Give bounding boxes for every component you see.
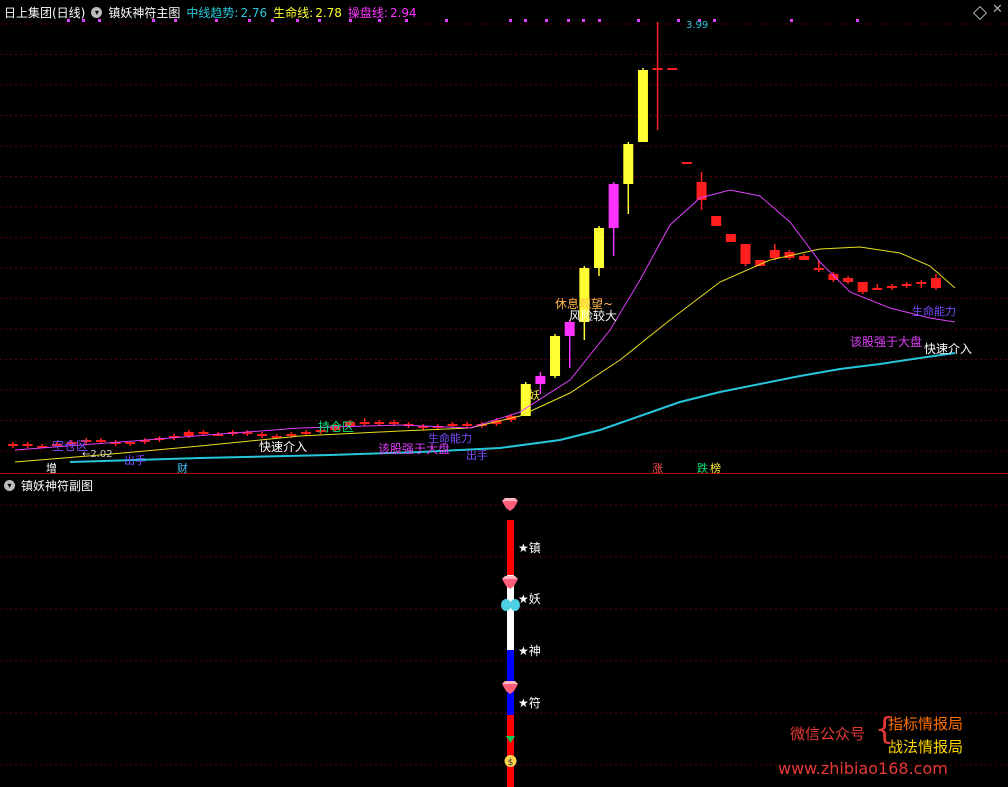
watermark: 微信公众号 { 指标情报局 战法情报局 www.zhibiao168.com (778, 711, 998, 781)
signal-dot (856, 19, 859, 22)
candle-body (374, 422, 385, 424)
signal-dot (215, 19, 218, 22)
gem-icon (502, 576, 518, 589)
candle-body (447, 424, 458, 426)
candle-body (359, 422, 370, 424)
candle-body (930, 278, 941, 288)
signal-dot (318, 19, 321, 22)
annotation-rest: 休息观望~ (555, 297, 614, 311)
annotation-list: 榜 (710, 462, 721, 475)
candle-body (95, 440, 106, 442)
signal-dot (271, 19, 274, 22)
main-chart-panel[interactable]: 日上集团(日线) ▾ 镇妖神符主图 中线趋势: 2.76 生命线: 2.78 操… (0, 0, 1008, 475)
signal-dot (509, 19, 512, 22)
signal-dot (582, 19, 585, 22)
candle-body (711, 216, 722, 226)
annotation-increase: 增 (46, 462, 57, 475)
candle-body (594, 228, 604, 268)
candle-body (813, 268, 824, 270)
annotation-rise: 涨 (652, 462, 663, 475)
label-shen: ★神 (518, 644, 541, 658)
signal-dot (713, 19, 716, 22)
candle-body (462, 424, 473, 426)
svg-text:$: $ (508, 758, 514, 768)
watermark-url: www.zhibiao168.com (778, 759, 948, 778)
candle-body (22, 444, 33, 446)
signal-dot (174, 19, 177, 22)
candle-body (887, 286, 897, 288)
annotation-fast-entry: 快速介入 (259, 440, 308, 454)
candle-body (681, 162, 692, 164)
candle-body (257, 434, 268, 436)
annotation-wealth: 财 (177, 462, 188, 475)
candle-body (667, 68, 678, 70)
annotation-fast-entry-2: 快速介入 (924, 342, 973, 356)
annotation-strike-2: 出手 (124, 454, 146, 467)
watermark-line2: 战法情报局 (888, 738, 964, 756)
candle-body (916, 282, 927, 284)
signal-dot (405, 19, 408, 22)
candle-body (301, 432, 311, 434)
signal-dot (296, 19, 299, 22)
candlestick-chart (0, 19, 1008, 463)
candle-body (608, 184, 619, 228)
bar-segment-red (507, 520, 514, 575)
candle-body (637, 70, 648, 142)
watermark-line1: 指标情报局 (888, 715, 964, 733)
annotation-life-power: 生命能力 (428, 432, 472, 445)
low-price-label: ←2.02 (82, 449, 113, 460)
candle-body (286, 434, 297, 436)
candle-body (183, 432, 194, 436)
annotation-demon: 妖 (529, 389, 540, 402)
candle-body (725, 234, 736, 242)
candle-body (652, 68, 663, 70)
candle-body (388, 422, 399, 424)
signal-dot (567, 19, 570, 22)
candle-body (623, 144, 634, 184)
signal-dot (152, 19, 155, 22)
signal-dot (98, 19, 101, 22)
signal-dot (378, 19, 381, 22)
annotation-strike: 出手 (466, 449, 488, 462)
candle-body (198, 432, 209, 434)
annotation-fall: 跌 (697, 462, 708, 475)
money-bag-icon: $ (504, 755, 517, 768)
annotation-hold-zone: 持仓区 (318, 420, 355, 434)
candle-body (740, 244, 751, 264)
candle-body (843, 278, 854, 282)
signal-dot (790, 19, 793, 22)
candle-body (799, 256, 810, 260)
signal-dot (248, 19, 251, 22)
annotation-strong-2: 该股强于大盘 (850, 335, 923, 349)
annotation-life-power-2: 生命能力 (912, 305, 956, 318)
bar-segment-red (507, 715, 514, 787)
signal-dot (677, 19, 680, 22)
candle-body (901, 284, 912, 286)
bar-segment-blue (507, 650, 514, 680)
signal-dot (82, 19, 85, 22)
candle-body (857, 282, 868, 292)
candle-body (872, 288, 883, 290)
gem-icon (502, 681, 518, 694)
label-yao: ★妖 (518, 592, 541, 606)
signal-dot (349, 19, 352, 22)
gem-icon (502, 498, 518, 511)
watermark-wechat: 微信公众号 (790, 725, 866, 743)
candle-body (535, 376, 546, 384)
signal-dot (524, 19, 527, 22)
candle-body (769, 250, 780, 258)
signal-dot (598, 19, 601, 22)
label-fu: ★符 (518, 696, 541, 710)
signal-dot (67, 19, 70, 22)
candle-body (564, 322, 575, 336)
signal-dot (545, 19, 548, 22)
candle-body (550, 336, 561, 376)
label-zhen: ★镇 (518, 541, 541, 555)
candle-body (125, 442, 136, 444)
signal-dot (445, 19, 448, 22)
signal-dot (637, 19, 640, 22)
candle-body (8, 444, 18, 446)
high-price-label: 3.99 (686, 20, 709, 31)
